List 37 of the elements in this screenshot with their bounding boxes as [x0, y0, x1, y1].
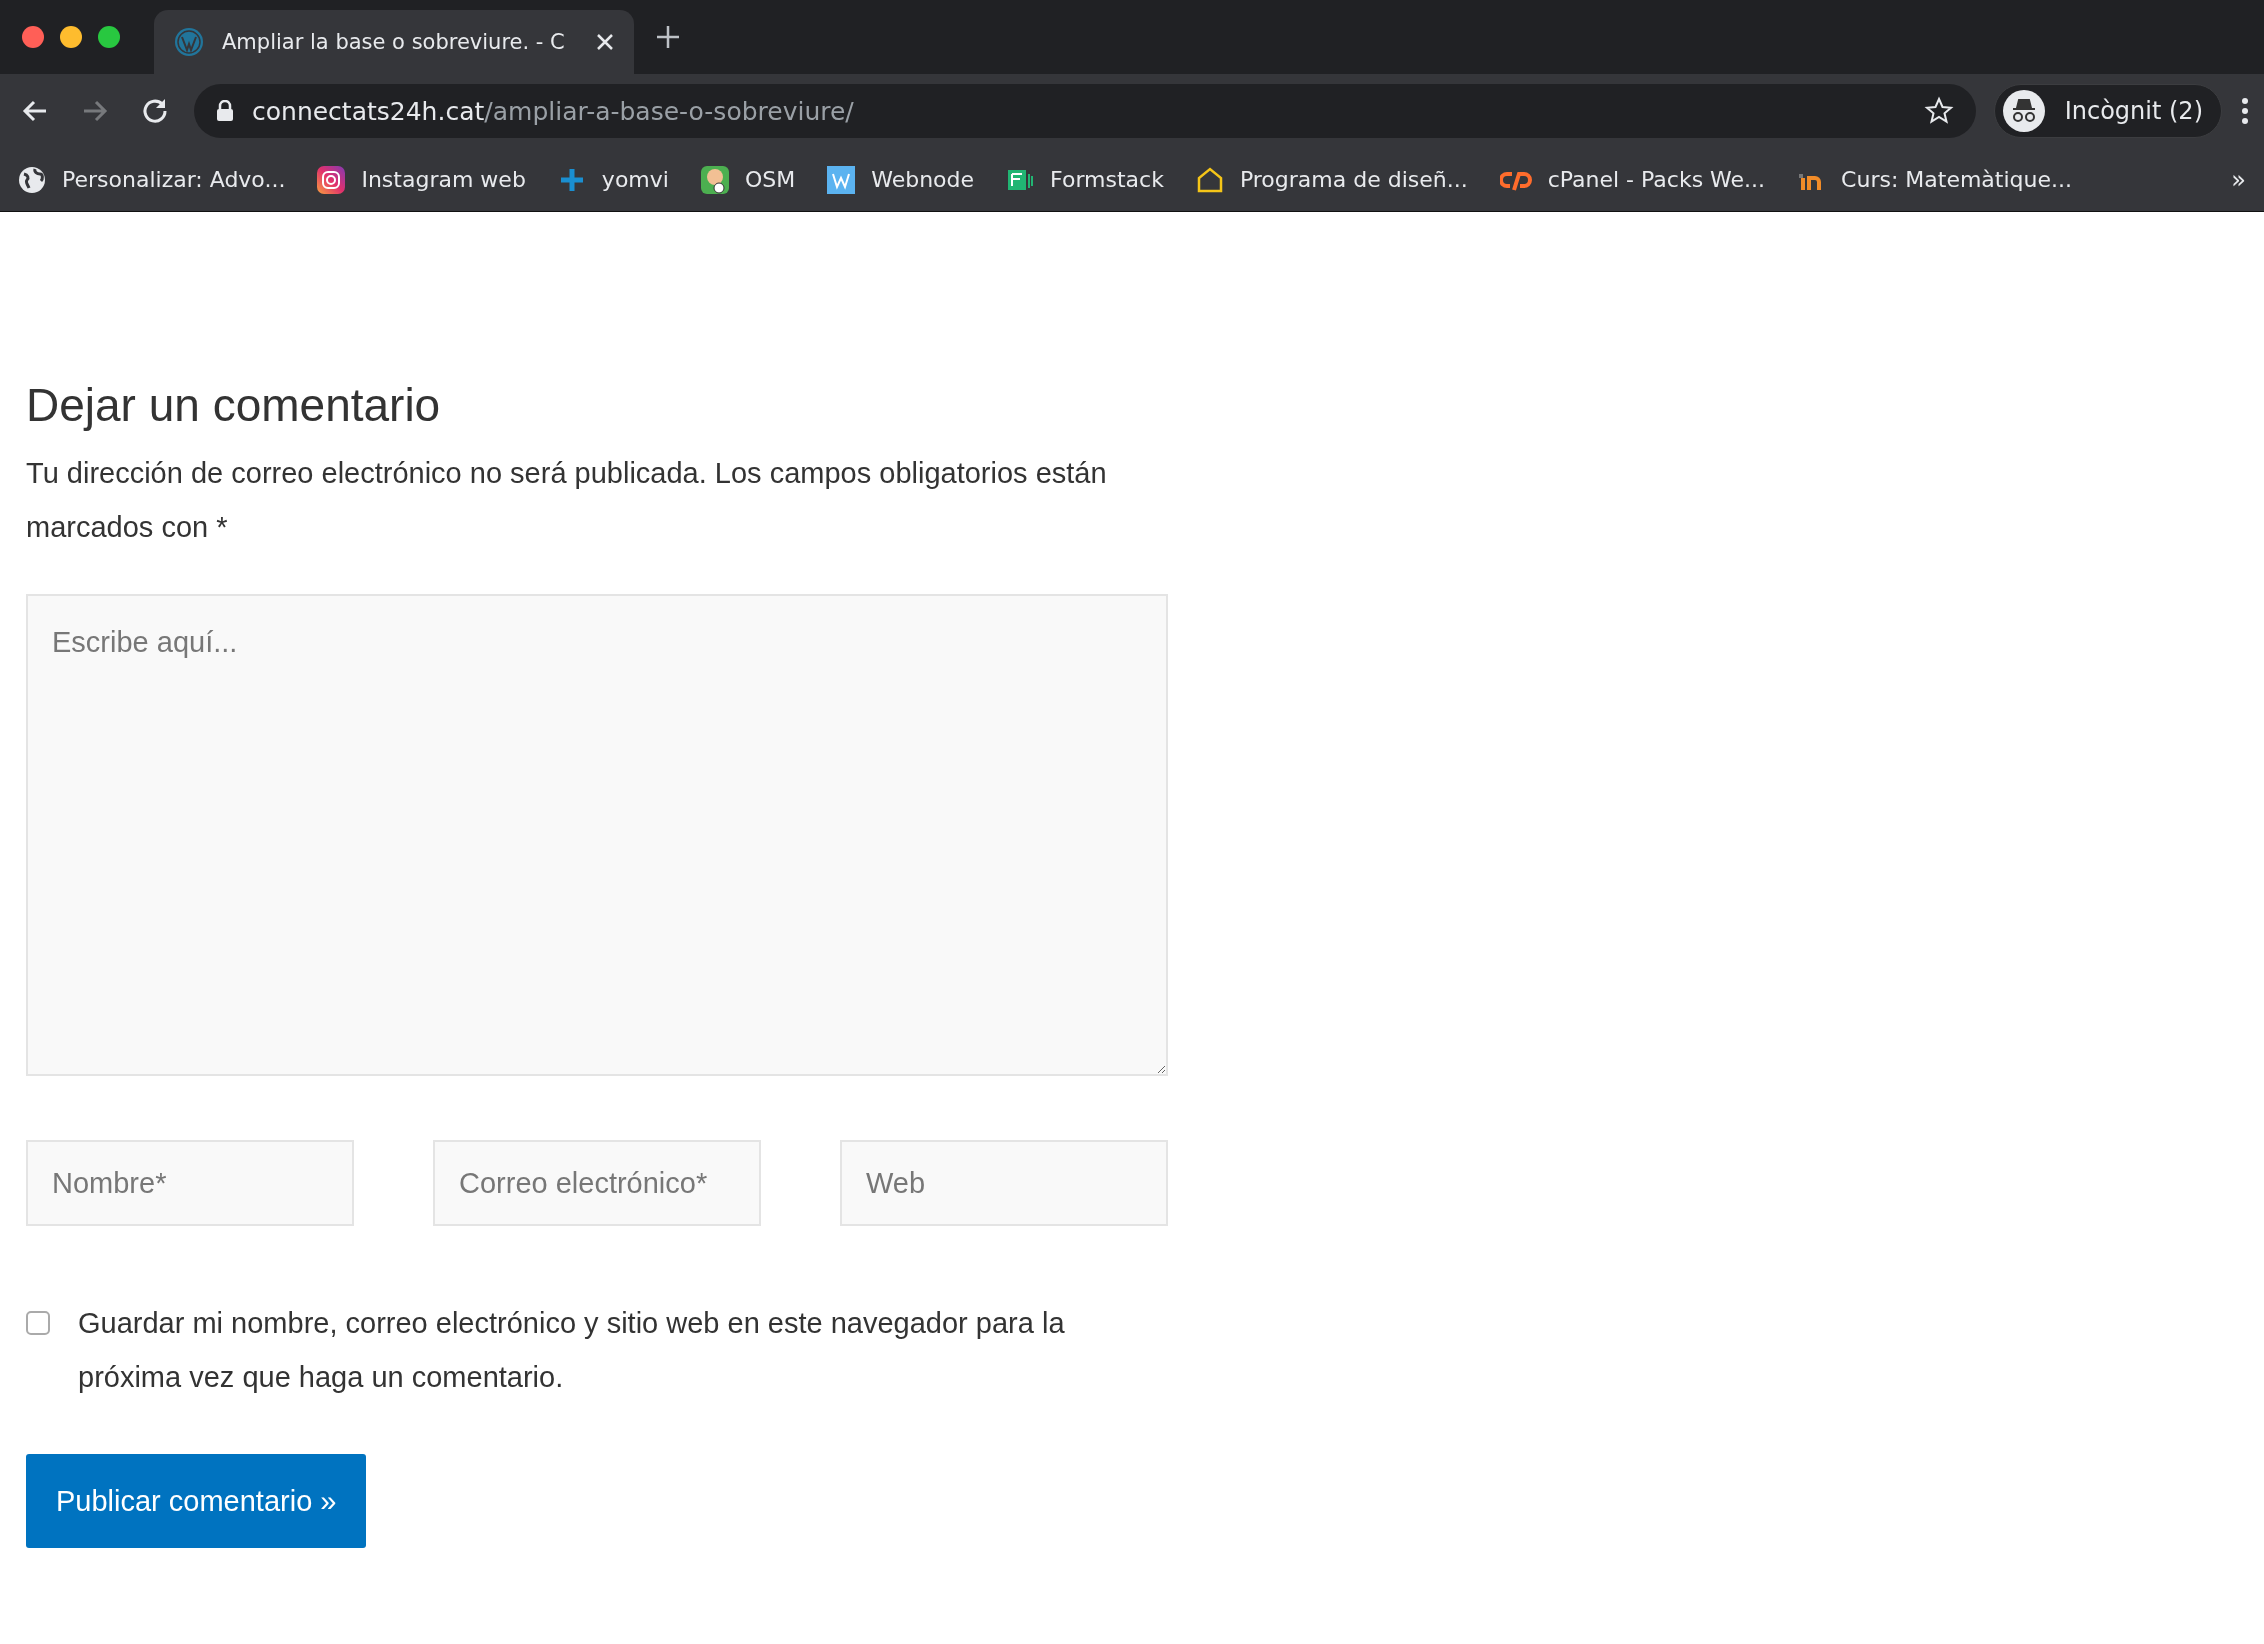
input-field[interactable]: Nombre*: [26, 1140, 354, 1226]
bookmark-link[interactable]: Programa de diseñ...: [1195, 165, 1468, 194]
address-bar[interactable]: connectats24h.cat/ampliar-a-base-o-sobreviure/: [194, 84, 1976, 138]
wordpress-logo-icon: [174, 27, 204, 57]
bookmark-link[interactable]: yomvi: [557, 165, 669, 194]
input-field[interactable]: Correo electrónico*: [433, 1140, 761, 1226]
instagram-icon: [317, 165, 346, 194]
menu-icon[interactable]: [2240, 96, 2250, 126]
comment-field[interactable]: Escribe aquí...: [26, 594, 1168, 1076]
url-text: connectats24h.cat/ampliar-a-base-o-sobreviure/: [252, 96, 855, 126]
tab-title: Ampliar la base o sobreviure. - C: [222, 30, 566, 54]
more-bookmarks-button[interactable]: »: [2231, 165, 2246, 194]
globe-icon: [18, 165, 46, 194]
new-tab-icon[interactable]: [656, 25, 680, 49]
save-info-label: Guardar mi nombre, correo electrónico y sitio web en este navegador para la próxima vez que haga un comentario.: [78, 1306, 1066, 1395]
incognito-profile-button[interactable]: Incògnit (2): [1993, 84, 2222, 138]
house-icon: [1195, 165, 1224, 194]
close-window-button[interactable]: [22, 26, 44, 48]
close-icon[interactable]: [596, 33, 614, 51]
input-field[interactable]: Web: [840, 1140, 1168, 1226]
maximize-window-button[interactable]: [98, 26, 120, 48]
save-info-checkbox[interactable]: [26, 1311, 50, 1335]
bookmark-link[interactable]: Instagram web: [317, 165, 526, 194]
minimize-window-button[interactable]: [60, 26, 82, 48]
w-logo-icon: [827, 165, 856, 194]
bookmark-link[interactable]: Formstack: [1006, 165, 1164, 194]
bookmark-link[interactable]: cPanel - Packs We...: [1499, 165, 1766, 194]
browser-tab[interactable]: Ampliar la base o sobreviure. - C: [154, 10, 634, 74]
lock-icon: [216, 100, 234, 122]
bookmark-link[interactable]: Curs: Matemàtique...: [1797, 165, 2072, 194]
bookmark-link[interactable]: Personalizar: Advo...: [18, 165, 286, 194]
form-title: Dejar un comentario: [26, 378, 442, 432]
bookmark-link[interactable]: OSM: [700, 165, 796, 194]
star-icon[interactable]: [1923, 96, 1954, 126]
notice-text: Tu dirección de correo electrónico no será publicada. Los campos obligatorios están marcados con *: [26, 456, 1108, 545]
bookmark-link[interactable]: Webnode: [827, 165, 975, 194]
submit-button[interactable]: Publicar comentario »: [26, 1454, 367, 1548]
